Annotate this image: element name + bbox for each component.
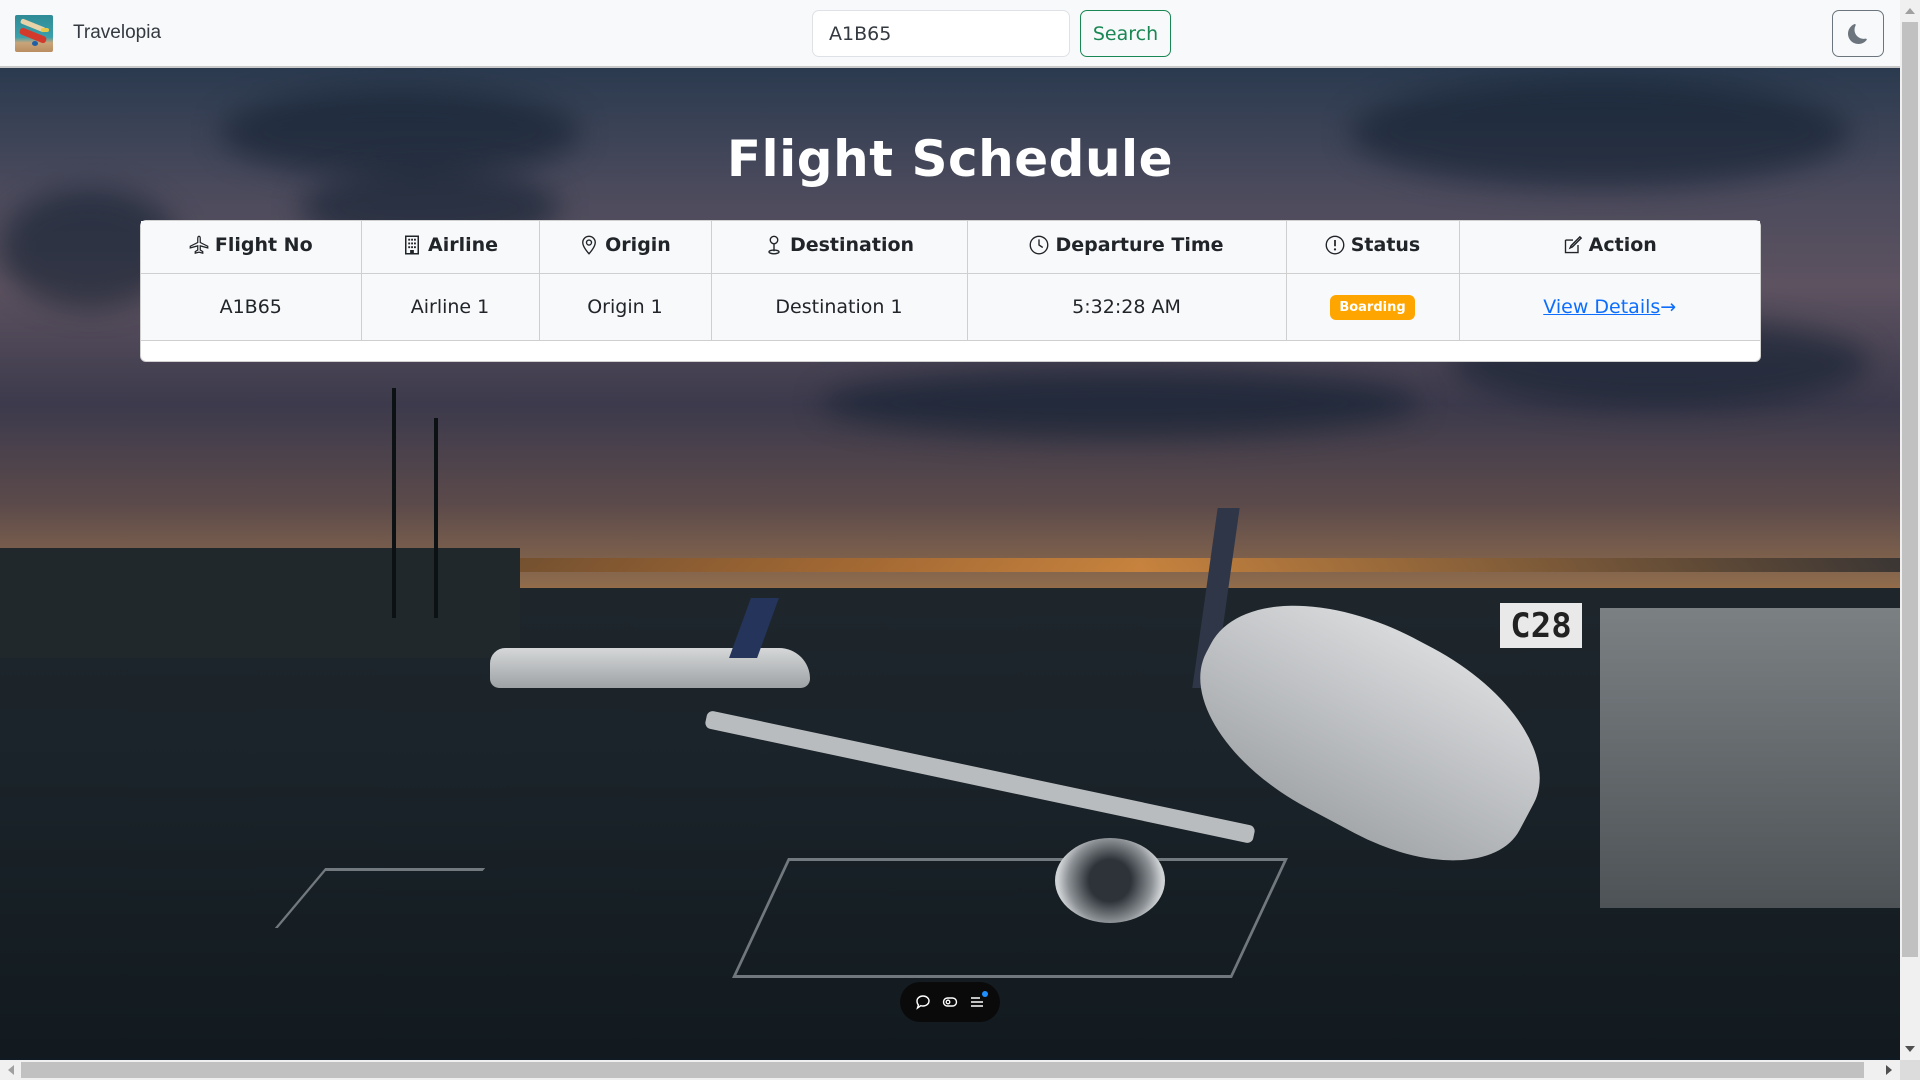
airplane-icon xyxy=(189,235,209,254)
brand[interactable]: Travelopia xyxy=(15,14,161,52)
cell-origin: Origin 1 xyxy=(538,273,712,341)
view-details-link[interactable]: View Details xyxy=(1543,296,1660,318)
chat-bubble-icon xyxy=(916,995,931,1010)
menu-button[interactable] xyxy=(965,990,989,1014)
visibility-toggle-button[interactable] xyxy=(938,990,962,1014)
vertical-scroll-thumb[interactable] xyxy=(1902,22,1918,957)
cell-airline: Airline 1 xyxy=(360,273,540,341)
cell-action: View Details→ xyxy=(1458,273,1760,341)
scroll-left-arrow-icon[interactable] xyxy=(8,1065,14,1075)
exclamation-circle-icon xyxy=(1325,235,1345,255)
clock-icon xyxy=(1030,235,1049,255)
eye-toggle-icon xyxy=(942,997,958,1007)
column-header-airline: Airline xyxy=(360,221,540,274)
table-row: A1B65 Airline 1 Origin 1 Destination 1 5… xyxy=(141,273,1760,341)
cell-status: Boarding xyxy=(1285,273,1460,341)
floating-toolbar xyxy=(900,982,1000,1022)
gate-sign: C28 xyxy=(1500,603,1582,648)
flight-schedule-card: Flight No Airline Origin Destination Dep… xyxy=(140,220,1761,362)
edit-icon xyxy=(1564,235,1582,253)
horizontal-scroll-thumb[interactable] xyxy=(21,1062,1864,1078)
horizontal-scrollbar[interactable] xyxy=(0,1060,1900,1080)
column-header-flight-no: Flight No xyxy=(141,221,362,274)
scroll-up-arrow-icon[interactable] xyxy=(1905,8,1915,14)
scrollbar-corner xyxy=(1900,1060,1920,1080)
arrow-right-icon: → xyxy=(1660,295,1677,318)
top-navbar: Travelopia Search xyxy=(0,0,1900,68)
search-form: Search xyxy=(812,10,1171,57)
column-header-status: Status xyxy=(1285,221,1460,274)
moon-icon xyxy=(1848,23,1867,44)
vertical-scrollbar[interactable] xyxy=(1900,0,1920,1060)
geo-pin-icon xyxy=(582,235,597,255)
cell-destination: Destination 1 xyxy=(710,273,968,341)
brand-logo-icon xyxy=(15,14,53,52)
column-header-action: Action xyxy=(1458,221,1760,274)
brand-name[interactable]: Travelopia xyxy=(73,22,161,44)
page-title: Flight Schedule xyxy=(726,130,1174,188)
column-header-origin: Origin xyxy=(538,221,712,274)
scroll-down-arrow-icon[interactable] xyxy=(1905,1046,1915,1052)
notification-dot xyxy=(981,991,988,997)
map-pin-icon xyxy=(768,235,780,255)
flight-schedule-table: Flight No Airline Origin Destination Dep… xyxy=(141,221,1760,341)
column-header-destination: Destination xyxy=(710,221,968,274)
scroll-right-arrow-icon[interactable] xyxy=(1886,1065,1892,1075)
building-icon xyxy=(404,235,419,255)
cell-departure-time: 5:32:28 AM xyxy=(966,273,1287,341)
cell-flight-no: A1B65 xyxy=(141,273,362,341)
search-input[interactable] xyxy=(812,10,1070,57)
chat-button[interactable] xyxy=(911,990,935,1014)
column-header-departure-time: Departure Time xyxy=(966,221,1287,274)
table-header-row: Flight No Airline Origin Destination Dep… xyxy=(141,221,1760,274)
theme-toggle-button[interactable] xyxy=(1832,10,1884,57)
hero-background-image: C28 xyxy=(0,68,1900,1058)
search-button[interactable]: Search xyxy=(1080,10,1171,57)
status-badge: Boarding xyxy=(1330,294,1415,320)
